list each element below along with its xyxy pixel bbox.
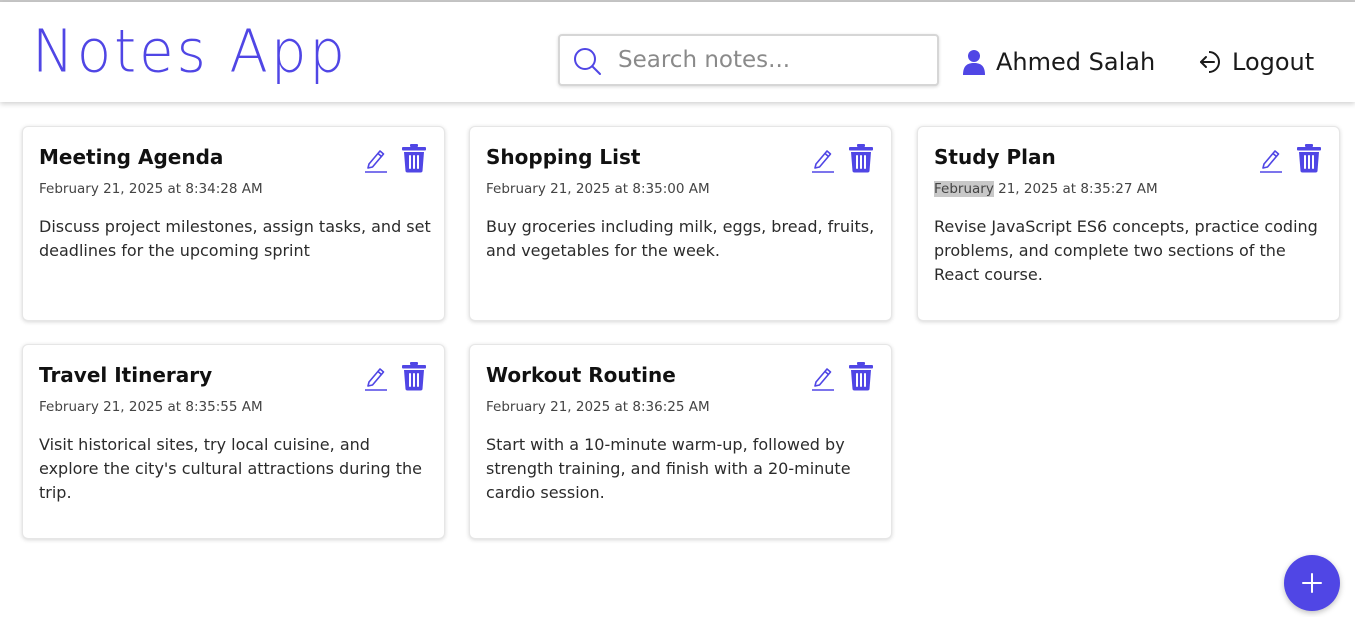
pencil-icon[interactable] bbox=[363, 363, 389, 391]
pencil-icon[interactable] bbox=[810, 145, 836, 173]
trash-icon[interactable] bbox=[848, 143, 874, 173]
note-card[interactable]: Study Plan February 21, 2025 at 8:35:27 … bbox=[917, 126, 1340, 321]
note-card[interactable]: Meeting Agenda February 21, 2025 at 8:34… bbox=[22, 126, 445, 321]
pencil-icon[interactable] bbox=[363, 145, 389, 173]
app-logo: Notes App bbox=[32, 18, 348, 87]
note-title: Shopping List bbox=[486, 145, 641, 169]
note-card[interactable]: Shopping List February 21, 2025 at 8:35:… bbox=[469, 126, 892, 321]
note-body: Buy groceries including milk, eggs, brea… bbox=[486, 217, 875, 260]
user-name: Ahmed Salah bbox=[996, 48, 1156, 76]
user-icon bbox=[963, 50, 985, 75]
pencil-icon[interactable] bbox=[810, 363, 836, 391]
trash-icon[interactable] bbox=[1296, 143, 1322, 173]
note-body: Visit historical sites, try local cuisin… bbox=[39, 435, 422, 502]
add-note-button[interactable] bbox=[1284, 555, 1340, 611]
note-card[interactable]: Travel Itinerary February 21, 2025 at 8:… bbox=[22, 344, 445, 539]
note-title: Study Plan bbox=[934, 145, 1056, 169]
logout-label: Logout bbox=[1232, 48, 1315, 76]
trash-icon[interactable] bbox=[401, 361, 427, 391]
plus-icon bbox=[1302, 573, 1322, 593]
logout-icon bbox=[1200, 51, 1220, 73]
search-box[interactable] bbox=[558, 34, 939, 86]
search-input[interactable] bbox=[618, 42, 928, 78]
note-date: February 21, 2025 at 8:36:25 AM bbox=[486, 399, 710, 415]
search-icon bbox=[574, 48, 601, 75]
note-card[interactable]: Workout Routine February 21, 2025 at 8:3… bbox=[469, 344, 892, 539]
note-title: Workout Routine bbox=[486, 363, 676, 387]
trash-icon[interactable] bbox=[401, 143, 427, 173]
note-body: Start with a 10-minute warm-up, followed… bbox=[486, 435, 851, 502]
app-header: Notes App Ahmed Salah Logout bbox=[0, 2, 1355, 102]
trash-icon[interactable] bbox=[848, 361, 874, 391]
note-title: Meeting Agenda bbox=[39, 145, 224, 169]
note-date: February 21, 2025 at 8:35:55 AM bbox=[39, 399, 263, 415]
note-body: Revise JavaScript ES6 concepts, practice… bbox=[934, 217, 1318, 284]
note-date: February 21, 2025 at 8:35:00 AM bbox=[486, 181, 710, 197]
user-info: Ahmed Salah bbox=[962, 42, 1155, 82]
note-body: Discuss project milestones, assign tasks… bbox=[39, 217, 431, 260]
pencil-icon[interactable] bbox=[1258, 145, 1284, 173]
date-text-rest: 21, 2025 at 8:35:27 AM bbox=[993, 181, 1158, 197]
logout-button[interactable]: Logout bbox=[1198, 42, 1314, 82]
note-date: February 21, 2025 at 8:35:27 AM bbox=[934, 181, 1158, 197]
note-date: February 21, 2025 at 8:34:28 AM bbox=[39, 181, 263, 197]
note-title: Travel Itinerary bbox=[39, 363, 213, 387]
date-text-selection: February bbox=[934, 181, 994, 197]
